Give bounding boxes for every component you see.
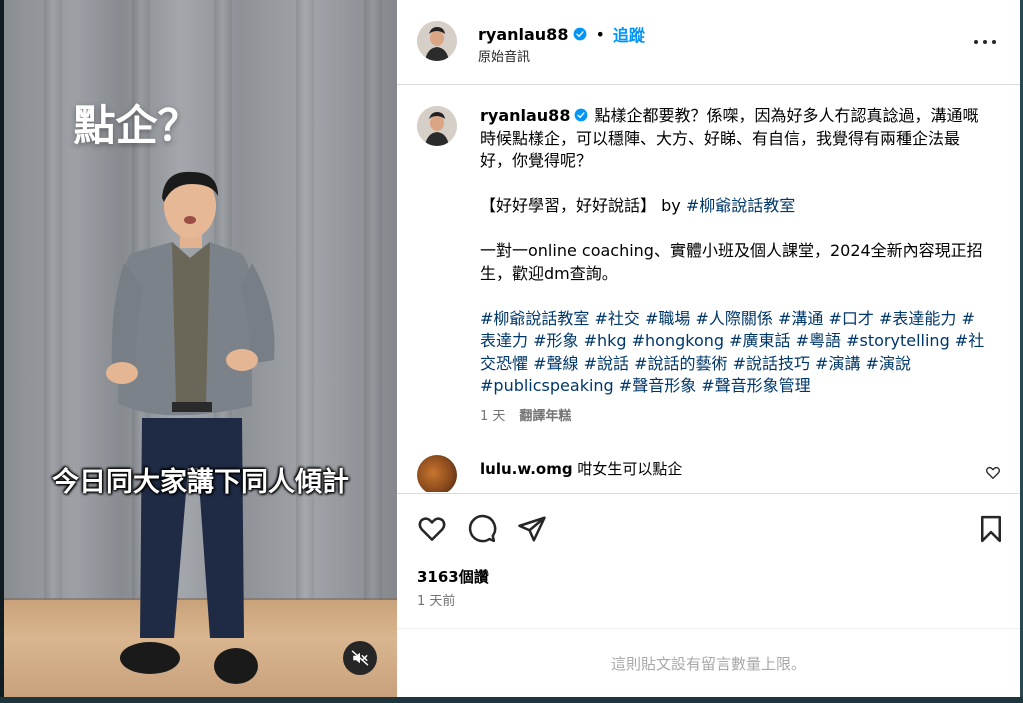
caption-paragraph-2: 【好好學習，好好說話】 by #柳爺說話教室 [480,195,985,218]
like-count[interactable]: 3163個讚 [417,566,489,587]
post-header: ryanlau88 • 追蹤 原始音訊 [397,0,1020,85]
separator-dot: • [595,24,605,44]
more-dot [974,40,978,44]
caption-paragraph-3: 一對一online coaching、實體小班及個人課堂，2024全新內容現正招… [480,241,983,283]
video-player[interactable]: 點企？ 今日同大家講下同人傾計 [4,0,397,697]
post-details-panel: ryanlau88 • 追蹤 原始音訊 ryanlau88 點樣企都要教？係㗎，… [397,0,1020,697]
caption-text-2: 【好好學習，好好說話】 by [480,196,686,215]
caption-username[interactable]: ryanlau88 [480,106,570,125]
comment-item: lulu.w.omg 咁女生可以點企 [417,455,1007,492]
comments-section[interactable]: ryanlau88 點樣企都要教？係㗎，因為好多人冇認真諗過，溝通嘅時候點樣企，可… [397,85,1020,492]
caption-author-avatar[interactable] [417,106,457,146]
caption-avatar-image [417,106,457,146]
caption-paragraph-1: ryanlau88 點樣企都要教？係㗎，因為好多人冇認真諗過，溝通嘅時候點樣企，可… [480,105,985,173]
speaker-muted-icon [351,650,369,666]
comment-like-heart-icon[interactable] [985,465,1001,481]
more-options-icon[interactable] [974,30,996,54]
mute-button[interactable] [343,641,377,675]
like-heart-icon[interactable] [417,514,447,544]
caption-meta: 1 天 翻譯年糕 [480,405,571,424]
comment-bubble-icon[interactable] [467,514,497,544]
save-bookmark-icon[interactable] [976,514,1006,544]
curtain-fold [364,0,382,600]
presenter-figure [106,171,275,684]
video-overlay-title: 點企？ [73,101,200,150]
commenter-avatar[interactable] [417,455,457,492]
see-translation-button[interactable]: 翻譯年糕 [519,405,571,424]
header-user-line: ryanlau88 • 追蹤 [478,22,645,46]
curtain-fold [296,0,314,600]
curtain-fold [44,0,62,600]
more-dot [983,40,987,44]
comment-body: lulu.w.omg 咁女生可以點企 [480,458,682,479]
hashtag-link[interactable]: #柳爺說話教室 [686,196,795,215]
verified-badge-icon [574,27,587,41]
video-subtitle: 今日同大家講下同人傾計 [52,467,349,498]
author-avatar[interactable] [417,21,457,61]
author-username[interactable]: ryanlau88 [478,25,568,44]
author-avatar-image [417,21,457,61]
post-caption: ryanlau88 點樣企都要教？係㗎，因為好多人冇認真諗過，溝通嘅時候點樣企，可… [480,105,985,398]
verified-badge-icon [575,108,588,122]
post-timestamp[interactable]: 1 天前 [417,590,455,609]
comment-limit-notice: 這則貼文設有留言數量上限。 [397,628,1020,698]
more-dot [992,40,996,44]
comment-text: 咁女生可以點企 [577,460,683,478]
share-paper-plane-icon[interactable] [517,514,547,544]
caption-hashtags[interactable]: #柳爺說話教室 #社交 #職場 #人際關係 #溝通 #口才 #表達能力 #表達力… [480,308,985,398]
caption-age: 1 天 [480,409,506,424]
original-audio-link[interactable]: 原始音訊 [478,46,530,65]
follow-button[interactable]: 追蹤 [613,22,645,46]
commenter-username[interactable]: lulu.w.omg [480,460,573,478]
